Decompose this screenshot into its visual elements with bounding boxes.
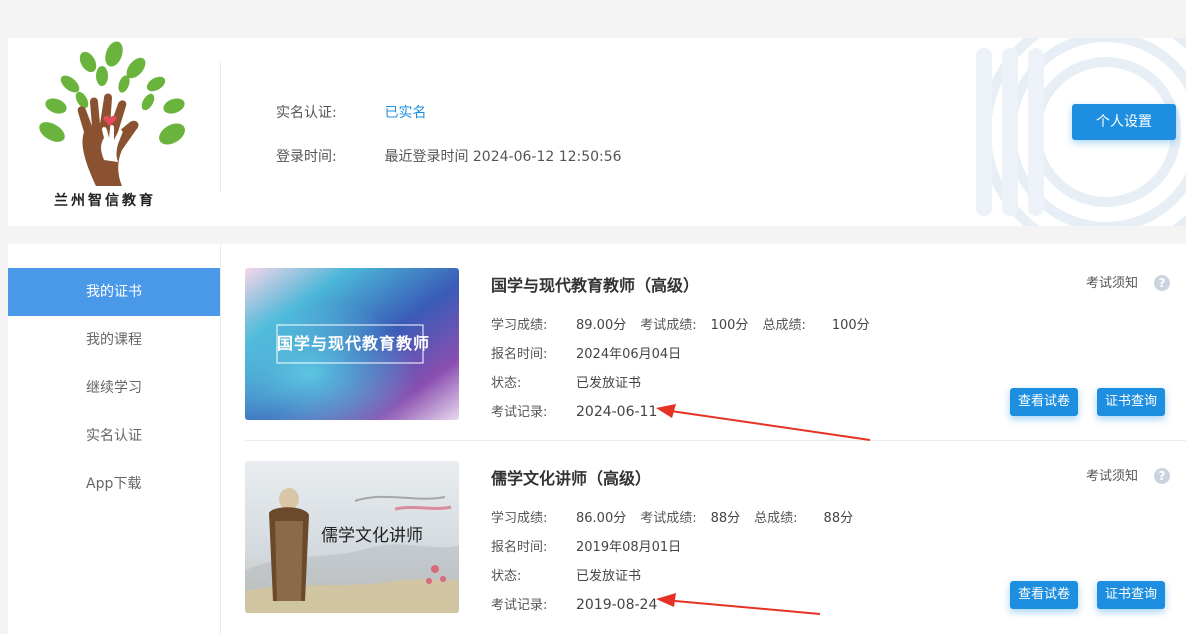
brand-name: 兰州智信教育 bbox=[54, 193, 156, 209]
login-time-label: 登录时间: bbox=[276, 149, 337, 165]
enroll-row: 报名时间: 2019年08月01日 bbox=[491, 536, 681, 555]
exam-notice-label[interactable]: 考试须知 bbox=[1086, 276, 1138, 291]
score-row: 学习成绩: 86.00分 考试成绩: 88分 总成绩: 88分 bbox=[491, 507, 853, 526]
header-divider bbox=[220, 62, 221, 192]
course-thumbnail[interactable]: 儒学文化讲师 bbox=[245, 461, 459, 613]
status-label: 状态: bbox=[491, 376, 522, 391]
exam-record-row: 考试记录: 2019-08-24 bbox=[491, 594, 657, 613]
exam-record-date: 2019-08-24 bbox=[576, 597, 658, 613]
brand-logo: 兰州智信教育 bbox=[26, 40, 196, 216]
score-row: 学习成绩: 89.00分 考试成绩: 100分 总成绩: 100分 bbox=[491, 314, 870, 333]
sidebar-item-my-certificates[interactable]: 我的证书 bbox=[8, 268, 220, 316]
tree-hand-logo-icon bbox=[39, 41, 185, 186]
total-score: 88分 bbox=[823, 511, 854, 526]
status-row: 状态: 已发放证书 bbox=[491, 372, 641, 391]
realname-label: 实名认证: bbox=[276, 105, 337, 121]
enroll-date: 2024年06月04日 bbox=[576, 347, 682, 362]
exam-notice[interactable]: 考试须知? bbox=[1086, 465, 1170, 484]
sidebar-item-app-download[interactable]: App下载 bbox=[8, 460, 220, 508]
exam-notice-label[interactable]: 考试须知 bbox=[1086, 469, 1138, 484]
study-score: 89.00分 bbox=[576, 318, 627, 333]
total-score-label: 总成绩: bbox=[762, 318, 806, 333]
enroll-label: 报名时间: bbox=[491, 347, 548, 362]
enroll-row: 报名时间: 2024年06月04日 bbox=[491, 343, 681, 362]
thumbnail-caption: 国学与现代教育教师 bbox=[277, 334, 431, 353]
login-time-row: 登录时间: 最近登录时间 2024-06-12 12:50:56 bbox=[276, 146, 622, 166]
login-time-value: 最近登录时间 2024-06-12 12:50:56 bbox=[384, 149, 622, 165]
view-exam-paper-button[interactable]: 查看试卷 bbox=[1010, 581, 1079, 609]
view-exam-paper-button[interactable]: 查看试卷 bbox=[1010, 388, 1079, 416]
thumbnail-caption: 儒学文化讲师 bbox=[321, 526, 423, 546]
help-icon[interactable]: ? bbox=[1154, 275, 1170, 291]
sidebar-item-continue-learning[interactable]: 继续学习 bbox=[8, 364, 220, 412]
study-score-label: 学习成绩: bbox=[491, 318, 548, 333]
exam-record-row: 考试记录: 2024-06-11 bbox=[491, 401, 657, 420]
annotation-arrow-icon bbox=[656, 593, 821, 615]
personal-settings-button[interactable]: 个人设置 bbox=[1072, 104, 1176, 140]
study-score: 86.00分 bbox=[576, 511, 627, 526]
enroll-date: 2019年08月01日 bbox=[576, 540, 682, 555]
sidebar-item-my-courses[interactable]: 我的课程 bbox=[8, 316, 220, 364]
exam-score-label: 考试成绩: bbox=[640, 318, 697, 333]
total-score: 100分 bbox=[831, 318, 870, 333]
status-row: 状态: 已发放证书 bbox=[491, 565, 641, 584]
certificate-title[interactable]: 国学与现代教育教师（高级） bbox=[491, 272, 699, 296]
exam-score-label: 考试成绩: bbox=[640, 511, 697, 526]
study-score-label: 学习成绩: bbox=[491, 511, 548, 526]
exam-record-date: 2024-06-11 bbox=[576, 404, 658, 420]
exam-record-label: 考试记录: bbox=[491, 598, 548, 613]
profile-header: 兰州智信教育 实名认证: 已实名 登录时间: 最近登录时间 2024-06-12… bbox=[8, 38, 1186, 226]
help-icon[interactable]: ? bbox=[1154, 468, 1170, 484]
exam-score: 88分 bbox=[710, 511, 741, 526]
total-score-label: 总成绩: bbox=[754, 511, 798, 526]
certificate-query-button[interactable]: 证书查询 bbox=[1097, 388, 1166, 416]
status-value: 已发放证书 bbox=[576, 569, 642, 584]
status-value: 已发放证书 bbox=[576, 376, 642, 391]
course-thumbnail[interactable]: 国学与现代教育教师 bbox=[245, 268, 459, 420]
certificate-query-button[interactable]: 证书查询 bbox=[1097, 581, 1166, 609]
status-label: 状态: bbox=[491, 569, 522, 584]
enroll-label: 报名时间: bbox=[491, 540, 548, 555]
certificate-title[interactable]: 儒学文化讲师（高级） bbox=[491, 465, 651, 489]
exam-notice[interactable]: 考试须知? bbox=[1086, 272, 1170, 291]
exam-score: 100分 bbox=[710, 318, 749, 333]
exam-record-label: 考试记录: bbox=[491, 405, 548, 420]
realname-row: 实名认证: 已实名 bbox=[276, 102, 426, 122]
realname-status: 已实名 bbox=[384, 105, 427, 121]
sidebar: 我的证书 我的课程 继续学习 实名认证 App下载 bbox=[8, 244, 221, 634]
annotation-arrow-icon bbox=[656, 404, 871, 441]
sidebar-item-realname-verification[interactable]: 实名认证 bbox=[8, 412, 220, 460]
